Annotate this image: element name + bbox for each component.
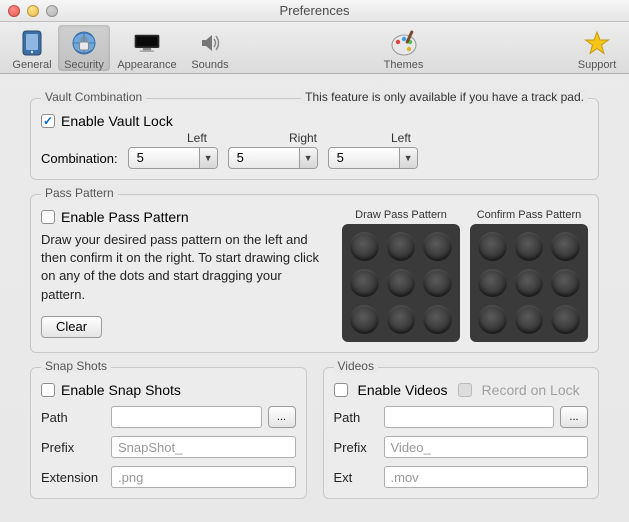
- window-title: Preferences: [0, 3, 629, 18]
- videos-legend: Videos: [334, 359, 378, 373]
- tab-security[interactable]: Security: [58, 25, 110, 71]
- tab-themes[interactable]: Themes: [378, 25, 430, 71]
- video-ext-label: Ext: [334, 470, 378, 485]
- speaker-icon: [196, 29, 224, 57]
- video-browse-button[interactable]: ...: [560, 406, 588, 428]
- minimize-button[interactable]: [27, 5, 39, 17]
- pattern-dot[interactable]: [387, 269, 416, 298]
- pattern-dot[interactable]: [478, 305, 507, 334]
- lock-globe-icon: [70, 29, 98, 57]
- traffic-lights: [8, 5, 58, 17]
- tab-label: Security: [64, 59, 104, 71]
- clear-button[interactable]: Clear: [41, 316, 102, 338]
- record-on-lock-label: Record on Lock: [482, 382, 580, 398]
- chevron-down-icon: ▼: [399, 148, 417, 168]
- star-icon: [583, 29, 611, 57]
- pattern-dot[interactable]: [387, 305, 416, 334]
- combo-value-3: 5: [329, 148, 399, 168]
- pattern-dot[interactable]: [551, 269, 580, 298]
- palette-icon: [390, 29, 418, 57]
- pattern-dot[interactable]: [478, 269, 507, 298]
- enable-videos-checkbox[interactable]: [334, 383, 348, 397]
- enable-pattern-label: Enable Pass Pattern: [61, 209, 189, 225]
- enable-vault-checkbox[interactable]: ✓: [41, 114, 55, 128]
- video-prefix-input[interactable]: Video_: [384, 436, 589, 458]
- record-on-lock-checkbox: [458, 383, 472, 397]
- vault-legend: Vault Combination: [41, 90, 146, 104]
- video-ext-input[interactable]: .mov: [384, 466, 589, 488]
- combo-value-2: 5: [229, 148, 299, 168]
- enable-vault-label: Enable Vault Lock: [61, 113, 173, 129]
- pattern-instructions: Draw your desired pass pattern on the le…: [41, 231, 332, 304]
- pattern-dot[interactable]: [387, 232, 416, 261]
- pattern-dot[interactable]: [423, 305, 452, 334]
- monitor-icon: [133, 29, 161, 57]
- tab-sounds[interactable]: Sounds: [184, 25, 236, 71]
- enable-pattern-checkbox[interactable]: [41, 210, 55, 224]
- video-path-input[interactable]: [384, 406, 555, 428]
- pattern-dot[interactable]: [350, 269, 379, 298]
- enable-snapshots-label: Enable Snap Shots: [61, 382, 181, 398]
- combo-select-1[interactable]: 5 ▼: [128, 147, 218, 169]
- confirm-pattern-grid[interactable]: [470, 224, 588, 342]
- vault-note: This feature is only available if you ha…: [301, 90, 588, 104]
- chevron-down-icon: ▼: [199, 148, 217, 168]
- enable-snapshots-checkbox[interactable]: [41, 383, 55, 397]
- tab-general[interactable]: General: [6, 25, 58, 71]
- pattern-dot[interactable]: [350, 232, 379, 261]
- video-path-label: Path: [334, 410, 378, 425]
- zoom-button[interactable]: [46, 5, 58, 17]
- snap-path-input[interactable]: [111, 406, 262, 428]
- snap-ext-label: Extension: [41, 470, 105, 485]
- close-button[interactable]: [8, 5, 20, 17]
- snap-path-label: Path: [41, 410, 105, 425]
- snap-browse-button[interactable]: ...: [268, 406, 296, 428]
- draw-pattern-grid[interactable]: [342, 224, 460, 342]
- pattern-dot[interactable]: [350, 305, 379, 334]
- snap-ext-input[interactable]: .png: [111, 466, 296, 488]
- snap-prefix-input[interactable]: SnapShot_: [111, 436, 296, 458]
- device-icon: [18, 29, 46, 57]
- tab-label: Sounds: [191, 59, 228, 71]
- tab-label: General: [12, 59, 51, 71]
- pattern-dot[interactable]: [515, 269, 544, 298]
- toolbar: General Security Appearance Sounds Theme…: [0, 22, 629, 74]
- pattern-dot[interactable]: [551, 305, 580, 334]
- draw-grid-title: Draw Pass Pattern: [355, 209, 447, 221]
- pattern-dot[interactable]: [423, 232, 452, 261]
- tab-label: Appearance: [117, 59, 176, 71]
- tab-label: Support: [578, 59, 617, 71]
- vault-combination-group: Vault Combination This feature is only a…: [30, 98, 599, 180]
- pattern-dot[interactable]: [423, 269, 452, 298]
- tab-label: Themes: [384, 59, 424, 71]
- combo-value-1: 5: [129, 148, 199, 168]
- pass-pattern-group: Pass Pattern Enable Pass Pattern Draw yo…: [30, 194, 599, 353]
- combination-label: Combination:: [41, 151, 118, 166]
- combo-dir-3: Left: [387, 131, 477, 145]
- tab-support[interactable]: Support: [571, 25, 623, 71]
- video-prefix-label: Prefix: [334, 440, 378, 455]
- confirm-grid-title: Confirm Pass Pattern: [477, 209, 582, 221]
- combo-dir-2: Right: [285, 131, 375, 145]
- enable-videos-label: Enable Videos: [358, 382, 448, 398]
- combo-select-2[interactable]: 5 ▼: [228, 147, 318, 169]
- videos-group: Videos Enable Videos Record on Lock Path…: [323, 367, 600, 499]
- pattern-dot[interactable]: [515, 232, 544, 261]
- pattern-dot[interactable]: [515, 305, 544, 334]
- pattern-dot[interactable]: [478, 232, 507, 261]
- pattern-dot[interactable]: [551, 232, 580, 261]
- snap-prefix-label: Prefix: [41, 440, 105, 455]
- tab-appearance[interactable]: Appearance: [110, 25, 184, 71]
- titlebar: Preferences: [0, 0, 629, 22]
- pattern-legend: Pass Pattern: [41, 186, 118, 200]
- snapshots-legend: Snap Shots: [41, 359, 111, 373]
- snapshots-group: Snap Shots Enable Snap Shots Path ... Pr…: [30, 367, 307, 499]
- combo-dir-1: Left: [183, 131, 273, 145]
- combo-select-3[interactable]: 5 ▼: [328, 147, 418, 169]
- chevron-down-icon: ▼: [299, 148, 317, 168]
